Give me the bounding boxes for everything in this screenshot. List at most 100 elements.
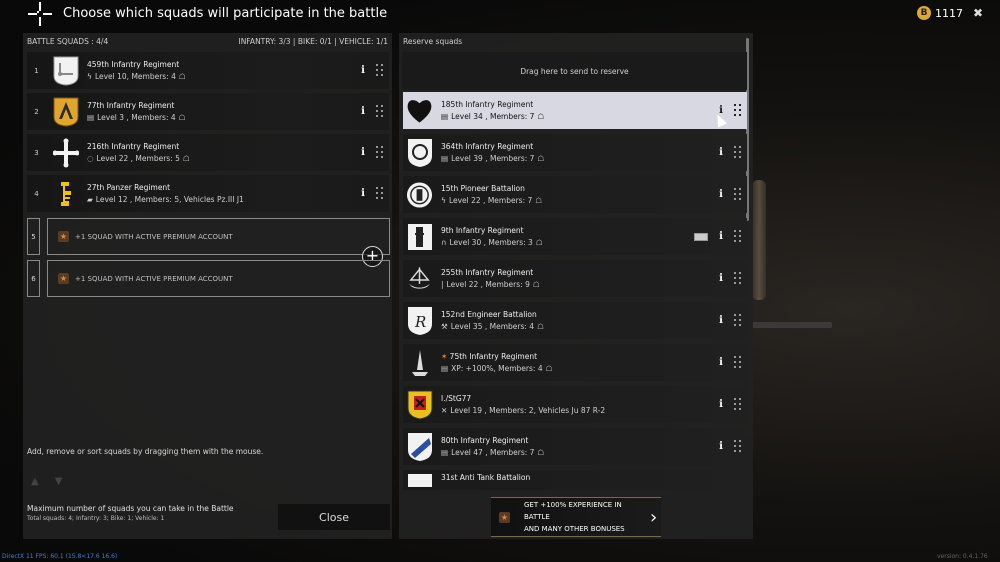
drag-handle-icon[interactable] bbox=[734, 313, 742, 328]
headphones-icon: ∩ bbox=[441, 238, 447, 247]
squad-info-text: Level 10, Members: 4 bbox=[94, 72, 176, 81]
coin-icon: B bbox=[917, 6, 931, 20]
currency-display: B 1117 ✖ bbox=[917, 6, 983, 20]
drag-handle-icon[interactable] bbox=[376, 186, 384, 201]
reserve-squad-row[interactable]: ✶ 75th Infantry Regiment ▤ XP: +100%, Mem… bbox=[403, 344, 747, 381]
drag-handle-icon[interactable] bbox=[734, 187, 742, 202]
info-button[interactable]: i bbox=[716, 441, 726, 452]
squad-info-text: Level 19 , Members: 2, Vehicles Ju 87 R-… bbox=[450, 406, 606, 415]
drag-handle-icon[interactable] bbox=[734, 103, 742, 118]
squad-name: 364th Infantry Regiment bbox=[441, 142, 534, 151]
member-icon: ☖ bbox=[537, 322, 544, 331]
info-button[interactable]: i bbox=[716, 357, 726, 368]
reserve-squad-row[interactable]: 185th Infantry Regiment ▤ Level 34 , Memb… bbox=[403, 92, 747, 129]
squad-name: 31st Anti Tank Battalion bbox=[441, 473, 531, 482]
arrow-down-icon[interactable]: ▼ bbox=[55, 476, 63, 487]
member-icon: ☖ bbox=[537, 112, 545, 121]
drag-hint: Add, remove or sort squads by dragging t… bbox=[27, 447, 264, 456]
battle-squad-row[interactable]: 4 27th Panzer Regiment ▰ Level 12 , Membe… bbox=[27, 175, 389, 212]
squad-info-text: Level 30 , Members: 3 bbox=[449, 238, 533, 247]
member-icon: ☖ bbox=[178, 72, 186, 81]
info-button[interactable]: i bbox=[358, 188, 368, 199]
battle-squad-row[interactable]: 1 459th Infantry Regiment ϟ Level 10, Mem… bbox=[27, 52, 389, 89]
squad-emblem-216 bbox=[52, 137, 79, 168]
reserve-squad-row[interactable]: 80th Infantry Regiment ▤ Level 47 , Membe… bbox=[403, 428, 747, 465]
squad-emblem-255 bbox=[406, 263, 433, 294]
reserve-squad-row[interactable]: R 152nd Engineer Battalion ⚒ Level 35 , M… bbox=[403, 302, 747, 339]
reserve-squad-row[interactable]: I./StG77 ✕ Level 19 , Members: 2, Vehicle… bbox=[403, 386, 747, 423]
squad-info-text: Level 47 , Members: 7 bbox=[451, 448, 535, 457]
drag-handle-icon[interactable] bbox=[734, 397, 742, 412]
squad-emblem-77 bbox=[52, 96, 79, 127]
squad-name: 9th Infantry Regiment bbox=[441, 226, 524, 235]
drag-handle-icon[interactable] bbox=[734, 145, 742, 160]
reserve-squad-row[interactable]: 364th Infantry Regiment ▤ Level 39 , Memb… bbox=[403, 134, 747, 171]
squad-info-text: Level 22 , Members: 9 bbox=[446, 280, 530, 289]
drag-handle-icon[interactable] bbox=[734, 355, 742, 370]
premium-offer-banner[interactable]: ★ GET +100% EXPERIENCE IN BATTLE AND MAN… bbox=[491, 497, 661, 537]
info-button[interactable]: i bbox=[716, 399, 726, 410]
drag-handle-icon[interactable] bbox=[376, 104, 384, 119]
squad-emblem-364 bbox=[406, 137, 433, 168]
battle-squad-row[interactable]: 2 77th Infantry Regiment ▤ Level 3 , Memb… bbox=[27, 93, 389, 130]
squads-menu-icon bbox=[28, 2, 54, 28]
info-button[interactable]: i bbox=[358, 147, 368, 158]
squad-type-counts: INFANTRY: 3/3 | BIKE: 0/1 | VEHICLE: 1/1 bbox=[238, 36, 388, 46]
reserve-drop-zone[interactable]: Drag here to send to reserve bbox=[402, 52, 747, 90]
info-button[interactable]: i bbox=[716, 273, 726, 284]
reserve-squad-row[interactable]: 255th Infantry Regiment | Level 22 , Memb… bbox=[403, 260, 747, 297]
squad-emblem-185 bbox=[406, 95, 433, 126]
reserve-squad-row[interactable]: 31st Anti Tank Battalion bbox=[403, 470, 747, 490]
reserve-squad-row[interactable]: 15th Pioneer Battalion ϟ Level 22 , Membe… bbox=[403, 176, 747, 213]
premium-offer-line1: GET +100% EXPERIENCE IN BATTLE bbox=[524, 501, 622, 521]
squad-emblem-80 bbox=[406, 431, 433, 462]
drag-handle-icon[interactable] bbox=[734, 229, 742, 244]
reserve-squad-row[interactable]: 9th Infantry Regiment ∩ Level 30 , Member… bbox=[403, 218, 747, 255]
crossed-swords-icon: ✕ bbox=[441, 406, 448, 415]
squad-emblem-15-pioneer bbox=[406, 179, 433, 210]
squad-name: 27th Panzer Regiment bbox=[87, 183, 171, 192]
bolt-icon: ϟ bbox=[441, 196, 446, 205]
info-button[interactable]: i bbox=[716, 189, 726, 200]
arrow-up-icon[interactable]: ▲ bbox=[31, 476, 39, 487]
squad-name: 77th Infantry Regiment bbox=[87, 101, 175, 110]
battle-squads-header: BATTLE SQUADS : 4/4 INFANTRY: 3/3 | BIKE… bbox=[23, 33, 392, 49]
drag-handle-icon[interactable] bbox=[734, 439, 742, 454]
drag-handle-icon[interactable] bbox=[734, 271, 742, 286]
info-button[interactable]: i bbox=[716, 147, 726, 158]
squad-info-text: Level 3 , Members: 4 bbox=[97, 113, 176, 122]
squad-slot-number: 3 bbox=[34, 148, 39, 157]
squad-totals: Total squads: 4; Infantry: 3; Bike: 1; V… bbox=[27, 515, 165, 522]
info-button[interactable]: i bbox=[716, 231, 726, 242]
squad-info-text: Level 12 , Members: 5, Vehicles Pz.III J… bbox=[95, 195, 244, 204]
tank-icon: ▰ bbox=[87, 195, 93, 204]
info-button[interactable]: i bbox=[716, 315, 726, 326]
member-icon: ☖ bbox=[537, 448, 545, 457]
drag-handle-icon[interactable] bbox=[376, 63, 384, 78]
info-button[interactable]: i bbox=[358, 65, 368, 76]
squad-info-text: Level 39 , Members: 7 bbox=[451, 154, 535, 163]
premium-slot[interactable]: ★ +1 SQUAD WITH ACTIVE PREMIUM ACCOUNT bbox=[47, 260, 390, 297]
fps-stats: DirectX 11 FPS: 60.1 (15.8<17.6 16.6) bbox=[2, 553, 118, 560]
battle-squads-panel: BATTLE SQUADS : 4/4 INFANTRY: 3/3 | BIKE… bbox=[23, 33, 392, 539]
max-squads-text: Maximum number of squads you can take in… bbox=[27, 504, 234, 513]
squad-emblem-459 bbox=[52, 55, 79, 86]
close-button[interactable]: Close bbox=[278, 504, 390, 530]
drag-handle-icon[interactable] bbox=[376, 145, 384, 160]
squad-slot-number: 5 bbox=[27, 218, 40, 255]
close-icon[interactable]: ✖ bbox=[973, 6, 983, 20]
squad-name: 152nd Engineer Battalion bbox=[441, 310, 537, 319]
info-button[interactable]: i bbox=[358, 106, 368, 117]
chevron-right-icon[interactable]: › bbox=[650, 507, 657, 528]
squad-emblem-stg77 bbox=[406, 389, 433, 420]
member-icon: ☖ bbox=[537, 154, 545, 163]
battle-squad-row[interactable]: 3 216th Infantry Regiment ◌ Level 22 , Me… bbox=[27, 134, 389, 171]
member-icon: ☖ bbox=[178, 113, 186, 122]
wrench-icon: ⚒ bbox=[441, 322, 448, 331]
open-book-icon[interactable] bbox=[694, 232, 708, 241]
target-icon: ◌ bbox=[87, 154, 94, 163]
coin-count: 1117 bbox=[935, 6, 963, 20]
squad-name: 216th Infantry Regiment bbox=[87, 142, 180, 151]
squad-info-text: Level 34 , Members: 7 bbox=[451, 112, 535, 121]
premium-slot[interactable]: ★ +1 SQUAD WITH ACTIVE PREMIUM ACCOUNT bbox=[47, 218, 390, 255]
